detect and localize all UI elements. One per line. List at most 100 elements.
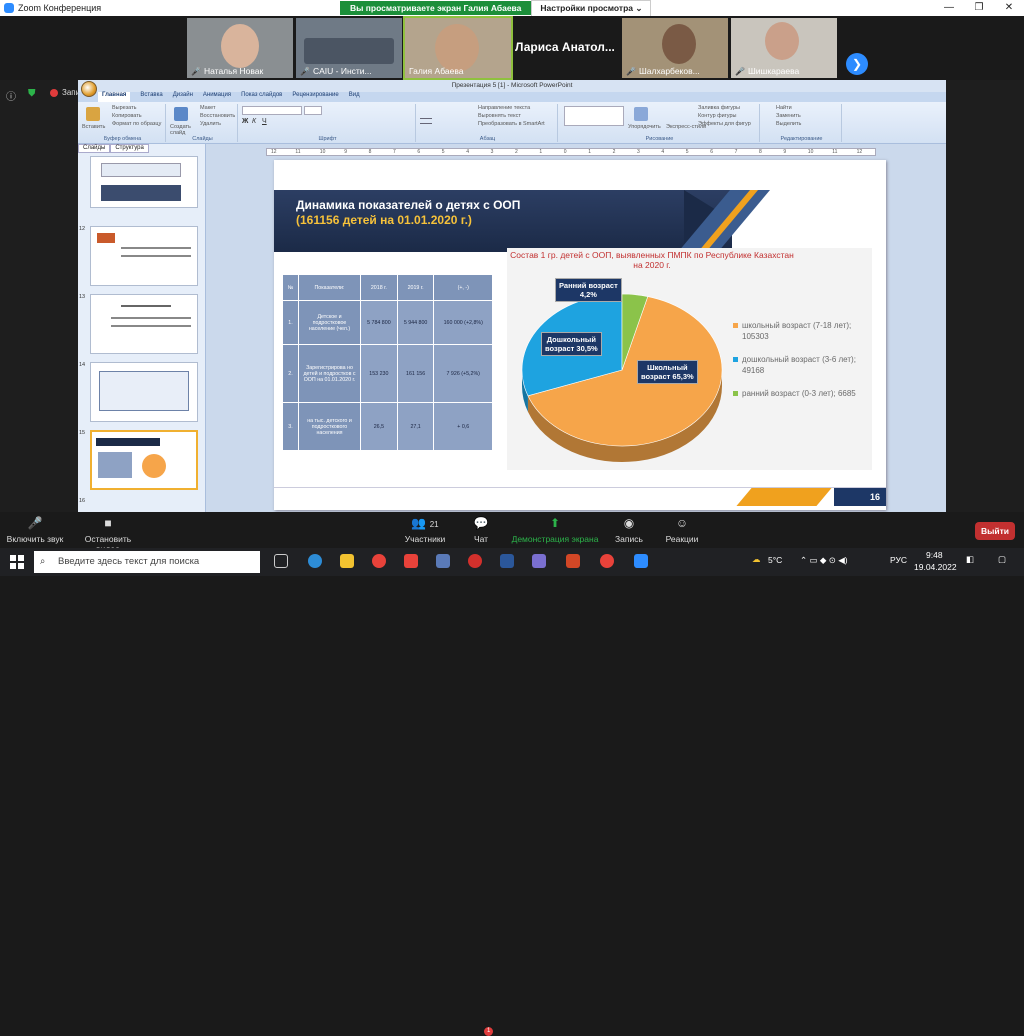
ruler-tick: 12 — [856, 149, 863, 155]
new-slide-button[interactable]: Создать слайд — [170, 124, 194, 136]
data-label-line: возраст 65,3% — [641, 372, 694, 381]
slide-thumbnail[interactable] — [90, 294, 198, 354]
group-label: Редактирование — [780, 136, 823, 142]
app-icon[interactable] — [436, 554, 450, 568]
participant-name-large[interactable]: Лариса Анатол... — [515, 40, 615, 54]
bold-button[interactable]: Ж — [242, 118, 248, 125]
cut-button[interactable]: Вырезать — [112, 105, 136, 111]
bullets-icon[interactable] — [420, 118, 432, 124]
info-icon[interactable]: ⓘ — [6, 88, 16, 103]
zoom-taskbar-icon[interactable] — [634, 554, 648, 568]
copy-button[interactable]: Копировать — [112, 113, 142, 119]
participant-tile[interactable]: 🎤 CAIU - Инсти... — [296, 18, 402, 78]
tab-view[interactable]: Вид — [349, 92, 360, 102]
select-button[interactable]: Выделить — [776, 121, 801, 127]
layout-button[interactable]: Макет — [200, 105, 216, 111]
shape-fill-button[interactable]: Заливка фигуры — [698, 105, 740, 111]
windows-start-icon[interactable] — [10, 555, 24, 569]
italic-button[interactable]: К — [252, 118, 256, 125]
notifications-icon[interactable]: ▢ — [998, 554, 1006, 565]
task-view-icon[interactable] — [274, 554, 288, 568]
smartart-button[interactable]: Преобразовать в SmartArt — [478, 121, 545, 127]
paste-icon[interactable] — [86, 107, 100, 121]
powerpoint-icon[interactable] — [566, 554, 580, 568]
replace-button[interactable]: Заменить — [776, 113, 801, 119]
participant-tile-active[interactable]: Галия Абаева — [403, 16, 513, 80]
yandex-icon[interactable] — [600, 554, 614, 568]
paste-button[interactable]: Вставить — [82, 124, 105, 130]
file-explorer-icon[interactable] — [340, 554, 354, 568]
ruler-tick: 12 — [271, 149, 277, 155]
slide-title-highlight: 161156 детей на 01.01.2020 — [300, 213, 458, 227]
app-icon[interactable] — [532, 554, 546, 568]
word-icon[interactable] — [500, 554, 514, 568]
delete-button[interactable]: Удалить — [200, 121, 221, 127]
muted-mic-icon: 🎤 — [27, 516, 43, 530]
share-screen-button[interactable]: ⬆ Демонстрация экрана — [510, 516, 600, 544]
arrange-icon[interactable] — [634, 107, 648, 121]
slide-thumbnail-selected[interactable] — [90, 430, 198, 490]
underline-button[interactable]: Ч — [262, 118, 267, 125]
font-size-select[interactable] — [304, 106, 322, 115]
tab-design[interactable]: Дизайн — [173, 92, 193, 102]
mute-button[interactable]: 🎤 Включить звук — [6, 516, 64, 544]
office-button[interactable] — [81, 81, 97, 97]
reactions-button[interactable]: ☺ Реакции — [662, 516, 702, 544]
maximize-button[interactable]: ❐ — [964, 0, 994, 16]
chat-button[interactable]: 💬 Чат — [466, 516, 496, 544]
shield-icon[interactable]: ⛊ — [28, 88, 36, 99]
smiley-icon: ☺ — [675, 516, 689, 530]
table-row: 1. Детское и подростковое население (чел… — [282, 300, 493, 345]
shape-effects-button[interactable]: Эффекты для фигур — [698, 121, 751, 127]
font-name-select[interactable] — [242, 106, 302, 115]
tab-slideshow[interactable]: Показ слайдов — [241, 92, 282, 102]
legend-text: школьный возраст (7-18 лет); 105303 — [742, 321, 852, 341]
new-slide-icon[interactable] — [174, 107, 188, 121]
taskbar-search-input[interactable]: ⌕ Введите здесь текст для поиска — [34, 551, 260, 573]
clock-time[interactable]: 9:48 — [926, 550, 943, 560]
clipboard-group: Вставить Вырезать Копировать Формат по о… — [80, 104, 166, 142]
yandex-icon[interactable] — [372, 554, 386, 568]
align-text-button[interactable]: Выровнять текст — [478, 113, 521, 119]
legend-text: ранний возраст (0-3 лет); 6685 — [742, 389, 856, 398]
find-button[interactable]: Найти — [776, 105, 792, 111]
tab-animation[interactable]: Анимация — [203, 92, 231, 102]
record-button[interactable]: ◉ Запись — [612, 516, 646, 544]
slide-canvas[interactable]: Динамика показателей о детях с ООП (1611… — [274, 160, 886, 510]
tab-slides[interactable]: Слайды — [78, 144, 111, 153]
input-language[interactable]: РУС — [890, 555, 907, 565]
slide-thumbnail[interactable] — [90, 226, 198, 286]
tray-icons[interactable]: ⌃ ▭ ◆ ⊙ ◀) — [800, 555, 848, 566]
format-painter-button[interactable]: Формат по образцу — [112, 121, 161, 127]
tab-home[interactable]: Главная — [98, 92, 131, 102]
leave-button[interactable]: Выйти — [975, 522, 1015, 540]
text-direction-button[interactable]: Направление текста — [478, 105, 530, 111]
participant-tile[interactable]: 🎤 Шалхарбеков... — [622, 18, 728, 78]
participant-tile[interactable]: 🎤 Наталья Новак — [187, 18, 293, 78]
reset-button[interactable]: Восстановить — [200, 113, 235, 119]
chat-icon: 💬 — [473, 516, 489, 530]
clock-date[interactable]: 19.04.2022 — [914, 562, 957, 572]
close-button[interactable]: ✕ — [994, 0, 1024, 16]
view-options-button[interactable]: Настройки просмотра ⌄ — [531, 0, 652, 17]
shape-outline-button[interactable]: Контур фигуры — [698, 113, 736, 119]
zoom-tray-icon[interactable]: ◧ — [966, 554, 974, 565]
arrange-button[interactable]: Упорядочить — [628, 124, 661, 130]
reactions-label: Реакции — [665, 534, 699, 544]
slides-group: Создать слайд Макет Восстановить Удалить… — [168, 104, 238, 142]
tab-review[interactable]: Рецензирование — [292, 92, 338, 102]
opera-icon[interactable] — [468, 554, 482, 568]
participant-tile[interactable]: 🎤 Шишкараева — [731, 18, 837, 78]
yandex-browser-icon[interactable] — [404, 554, 418, 568]
slide-thumbnail[interactable] — [90, 362, 198, 422]
slide-thumbnail[interactable] — [90, 156, 198, 208]
participants-button[interactable]: 👥 21 Участники — [400, 516, 450, 544]
cell: 1. — [282, 300, 299, 345]
minimize-button[interactable]: — — [934, 0, 964, 16]
tab-outline[interactable]: Структура — [110, 144, 149, 153]
next-page-button[interactable]: ❯ — [846, 53, 868, 75]
tab-insert[interactable]: Вставка — [140, 92, 162, 102]
shapes-gallery[interactable] — [564, 106, 624, 126]
edge-icon[interactable] — [308, 554, 322, 568]
weather-temp[interactable]: 5°C — [768, 555, 782, 565]
